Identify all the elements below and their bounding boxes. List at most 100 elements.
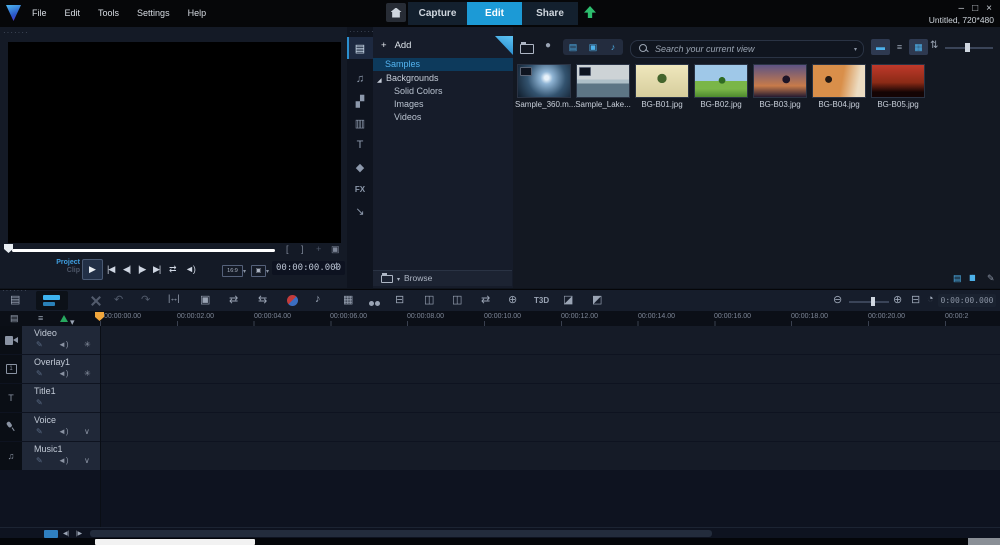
library-columns-icon[interactable]: ▮▮: [969, 273, 974, 282]
split-clip-toolbar-icon[interactable]: ⇄: [229, 293, 238, 306]
timeline-zoom-slider[interactable]: [849, 301, 889, 303]
menu-edit[interactable]: Edit: [61, 8, 85, 18]
tree-item-images[interactable]: Images: [373, 98, 513, 111]
track-transparency-icon[interactable]: ✳: [84, 369, 91, 378]
thumbnail-view-button[interactable]: ▬: [871, 39, 890, 55]
loop-section-icon[interactable]: ⇄: [481, 293, 490, 306]
ripple-edit-icon[interactable]: ✎: [36, 340, 43, 349]
graphic-library-icon[interactable]: ◆: [347, 156, 373, 178]
project-mode-label[interactable]: Project: [48, 259, 80, 267]
filter-photos-button[interactable]: ▣: [583, 39, 603, 55]
voice-track-type-icon[interactable]: [0, 413, 22, 441]
timeline-timecode[interactable]: 0:00:00.000: [938, 294, 996, 307]
track-transparency-icon[interactable]: ✳: [84, 340, 91, 349]
playhead-marker[interactable]: [95, 312, 104, 321]
tree-item-solid-colors[interactable]: Solid Colors: [373, 85, 513, 98]
close-button[interactable]: ×: [982, 3, 996, 14]
menu-file[interactable]: File: [28, 8, 51, 18]
title-track-header[interactable]: Title1 ✎: [22, 384, 100, 412]
tree-item-samples[interactable]: Samples: [373, 58, 513, 71]
aspect-caret-icon[interactable]: ▾: [243, 268, 246, 275]
library-flag-icon[interactable]: [495, 36, 513, 55]
list-view-button[interactable]: ≡: [890, 39, 909, 55]
motion-tracking-icon[interactable]: ⊕: [508, 293, 517, 306]
color-grading-icon[interactable]: [369, 297, 381, 309]
split-screen-icon[interactable]: ◫: [424, 293, 434, 306]
gallery-item-bgb05[interactable]: [871, 64, 925, 98]
music-track-lane[interactable]: [101, 442, 1000, 470]
mask-frame-icon[interactable]: ◩: [592, 293, 602, 306]
library-edit-icon[interactable]: ✎: [987, 273, 995, 284]
menu-tools[interactable]: Tools: [94, 8, 123, 18]
restore-button[interactable]: □: [968, 3, 982, 14]
panel-grip[interactable]: ·······: [3, 30, 29, 36]
timecode-stepper[interactable]: ▲ ▼: [334, 262, 339, 272]
enlarge-mode-button[interactable]: ▣: [251, 265, 266, 277]
music-track-header[interactable]: Music1 ✎ ◄) ∨: [22, 442, 100, 470]
tab-share[interactable]: Share: [522, 2, 578, 25]
project-clip-toggle[interactable]: Project Clip: [48, 259, 80, 275]
zoom-out-icon[interactable]: ⊖: [833, 293, 842, 306]
tree-item-videos[interactable]: Videos: [373, 111, 513, 124]
gallery-item-samplelake[interactable]: [576, 64, 630, 98]
stepper-down-icon[interactable]: ▼: [334, 267, 339, 272]
duration-clock-icon[interactable]: ◔: [927, 293, 934, 305]
ripple-edit-icon[interactable]: ✎: [36, 427, 43, 436]
sort-button[interactable]: ⇅: [930, 40, 938, 51]
gallery-item-bgb02[interactable]: [694, 64, 748, 98]
ripple-edit-icon[interactable]: ✎: [36, 369, 43, 378]
mask-creator-icon[interactable]: ◪: [563, 293, 573, 306]
resize-pan-icon[interactable]: ▣: [200, 293, 210, 306]
enlarge-caret-icon[interactable]: ▾: [266, 268, 269, 275]
voice-track-header[interactable]: Voice ✎ ◄) ∨: [22, 413, 100, 441]
show-all-tracks-icon[interactable]: ≡: [38, 313, 43, 323]
tree-item-backgrounds[interactable]: ◢ Backgrounds: [373, 72, 513, 85]
redo-icon[interactable]: ↷: [141, 293, 150, 306]
volume-button[interactable]: ◄): [185, 264, 195, 274]
filter-library-icon[interactable]: FX: [347, 178, 373, 200]
voice-track-lane[interactable]: [101, 413, 1000, 441]
library-panel-toggle-icon[interactable]: ▤: [953, 273, 962, 284]
aspect-ratio-button[interactable]: 16:9: [222, 265, 243, 277]
media-library-icon[interactable]: ▤: [347, 37, 373, 59]
mark-in-icon[interactable]: [: [286, 244, 289, 254]
timeline-view-icon[interactable]: [36, 291, 68, 310]
filter-videos-button[interactable]: ▤: [563, 39, 583, 55]
timeline-scrollbar[interactable]: [90, 530, 712, 537]
play-button[interactable]: ▶: [82, 259, 103, 280]
video-track-type-icon[interactable]: [0, 326, 22, 354]
filter-audio-button[interactable]: ♪: [603, 39, 623, 55]
auto-music-icon[interactable]: ▦: [343, 293, 353, 306]
chapter-marker-icon[interactable]: [60, 315, 68, 322]
clip-mode-label[interactable]: Clip: [48, 267, 80, 275]
menu-help[interactable]: Help: [184, 8, 211, 18]
import-media-button[interactable]: [520, 40, 534, 58]
overlay-track-header[interactable]: Overlay1 ✎ ◄) ✳: [22, 355, 100, 383]
zoom-in-icon[interactable]: ⊕: [893, 293, 902, 306]
gallery-item-bgb01[interactable]: [635, 64, 689, 98]
scrubber-bar[interactable]: [12, 249, 275, 252]
waveform-chevron-icon[interactable]: ∨: [84, 427, 90, 436]
tab-edit[interactable]: Edit: [467, 2, 522, 25]
mute-track-icon[interactable]: ◄): [58, 456, 69, 465]
transition-library-icon[interactable]: ▞: [347, 90, 373, 112]
ripple-edit-icon[interactable]: ✎: [36, 398, 43, 407]
add-track-button[interactable]: [44, 530, 58, 538]
publish-arrow-icon[interactable]: [584, 6, 596, 18]
audio-library-icon[interactable]: ♫: [347, 68, 373, 90]
add-folder-button[interactable]: +Add: [381, 40, 411, 51]
mark-out-icon[interactable]: ]: [301, 244, 304, 254]
strip-grip[interactable]: ·······: [349, 29, 375, 35]
fit-project-icon[interactable]: |↔|: [168, 293, 179, 303]
swap-tracks-icon[interactable]: ⇆: [258, 293, 267, 306]
ripple-edit-icon[interactable]: ✎: [36, 456, 43, 465]
overlay-track-lane[interactable]: [101, 355, 1000, 383]
track-manager-icon[interactable]: ▤: [10, 313, 19, 324]
timeline-zoom-thumb[interactable]: [871, 297, 875, 306]
title-library-icon[interactable]: T: [347, 134, 373, 156]
fit-timeline-window-icon[interactable]: ⊟: [911, 293, 920, 306]
photo-library-icon[interactable]: ▥: [347, 112, 373, 134]
menu-settings[interactable]: Settings: [133, 8, 174, 18]
prev-frame-button[interactable]: ◀|: [123, 264, 130, 275]
go-end-button[interactable]: ▶|: [153, 264, 160, 275]
